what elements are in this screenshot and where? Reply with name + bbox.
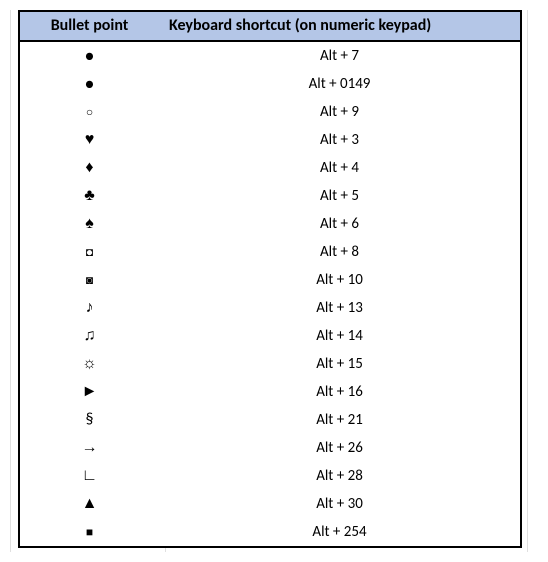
table-row: ☼ Alt + 15: [19, 350, 521, 378]
bullet-symbol-cell: ♪: [19, 294, 159, 322]
shortcut-cell: Alt + 254: [159, 518, 521, 547]
shortcut-cell: Alt + 26: [159, 434, 521, 462]
shortcut-cell: Alt + 4: [159, 154, 521, 182]
shortcut-cell: Alt + 28: [159, 462, 521, 490]
bullet-symbol-cell: ○: [19, 98, 159, 126]
bullet-symbol: ♦: [85, 159, 93, 176]
bullet-symbol-cell: ♦: [19, 154, 159, 182]
table-row: ♦ Alt + 4: [19, 154, 521, 182]
bullet-symbol-cell: ■: [19, 518, 159, 547]
shortcut-cell: Alt + 14: [159, 322, 521, 350]
bullet-symbol-cell: ▲: [19, 490, 159, 518]
bullet-symbol-cell: ♥: [19, 126, 159, 154]
table-row: ◙ Alt + 10: [19, 266, 521, 294]
bullet-symbol: ♠: [85, 215, 94, 232]
header-shortcut: Keyboard shortcut (on numeric keypad): [159, 11, 521, 41]
bullet-symbol: ►: [82, 383, 98, 400]
bullet-symbol-cell: →: [19, 434, 159, 462]
shortcut-cell: Alt + 9: [159, 98, 521, 126]
table-row: ∟ Alt + 28: [19, 462, 521, 490]
bullet-symbol: ○: [86, 105, 93, 119]
table-row: ○ Alt + 9: [19, 98, 521, 126]
bullet-symbol-cell: ◙: [19, 266, 159, 294]
bullet-symbol: ♥: [85, 131, 95, 148]
shortcut-cell: Alt + 6: [159, 210, 521, 238]
table-row: • Alt + 0149: [19, 70, 521, 98]
bullet-symbol: ♪: [86, 299, 94, 316]
bullet-symbol: ☼: [82, 355, 97, 372]
shortcut-cell: Alt + 21: [159, 406, 521, 434]
spreadsheet-area: Bullet point Keyboard shortcut (on numer…: [10, 10, 538, 552]
shortcut-cell: Alt + 16: [159, 378, 521, 406]
bullet-symbol: ◙: [86, 273, 93, 287]
table-row: ♣ Alt + 5: [19, 182, 521, 210]
bullet-symbol: ◘: [86, 245, 93, 259]
bullet-symbol-cell: •: [19, 70, 159, 98]
table-header-row: Bullet point Keyboard shortcut (on numer…: [19, 11, 521, 41]
table-row: ♠ Alt + 6: [19, 210, 521, 238]
header-bullet: Bullet point: [19, 11, 159, 41]
bullet-symbol-cell: ♫: [19, 322, 159, 350]
shortcut-cell: Alt + 3: [159, 126, 521, 154]
bullet-symbol-cell: ►: [19, 378, 159, 406]
table-row: ♫ Alt + 14: [19, 322, 521, 350]
table-row: • Alt + 7: [19, 41, 521, 70]
bullet-symbol-cell: ♣: [19, 182, 159, 210]
table-row: ■ Alt + 254: [19, 518, 521, 547]
bullet-symbol-cell: ∟: [19, 462, 159, 490]
table-row: ♪ Alt + 13: [19, 294, 521, 322]
bullet-symbol-cell: ☼: [19, 350, 159, 378]
shortcut-cell: Alt + 10: [159, 266, 521, 294]
table-row: ▲ Alt + 30: [19, 490, 521, 518]
gridline: [10, 10, 11, 552]
shortcut-table: Bullet point Keyboard shortcut (on numer…: [18, 10, 522, 548]
bullet-symbol-cell: ◘: [19, 238, 159, 266]
bullet-symbol: •: [85, 74, 95, 94]
shortcut-cell: Alt + 15: [159, 350, 521, 378]
bullet-symbol: •: [85, 46, 95, 66]
bullet-symbol: §: [86, 410, 94, 429]
bullet-symbol: ♫: [84, 327, 96, 344]
bullet-symbol-cell: §: [19, 406, 159, 434]
bullet-symbol: →: [82, 439, 98, 456]
shortcut-cell: Alt + 8: [159, 238, 521, 266]
table-row: → Alt + 26: [19, 434, 521, 462]
table-row: ◘ Alt + 8: [19, 238, 521, 266]
gridline: [527, 10, 528, 552]
bullet-symbol: ■: [86, 525, 93, 539]
shortcut-cell: Alt + 5: [159, 182, 521, 210]
bullet-symbol: ♣: [84, 187, 95, 204]
bullet-symbol-cell: •: [19, 41, 159, 70]
shortcut-cell: Alt + 0149: [159, 70, 521, 98]
bullet-symbol-cell: ♠: [19, 210, 159, 238]
table-body: • Alt + 7 • Alt + 0149 ○ Alt + 9 ♥ Alt + 3 ♦ Alt …: [19, 41, 521, 547]
shortcut-cell: Alt + 7: [159, 41, 521, 70]
table-row: § Alt + 21: [19, 406, 521, 434]
table-row: ♥ Alt + 3: [19, 126, 521, 154]
table-row: ► Alt + 16: [19, 378, 521, 406]
bullet-symbol: ∟: [82, 467, 98, 484]
shortcut-cell: Alt + 30: [159, 490, 521, 518]
shortcut-cell: Alt + 13: [159, 294, 521, 322]
bullet-symbol: ▲: [82, 495, 98, 512]
